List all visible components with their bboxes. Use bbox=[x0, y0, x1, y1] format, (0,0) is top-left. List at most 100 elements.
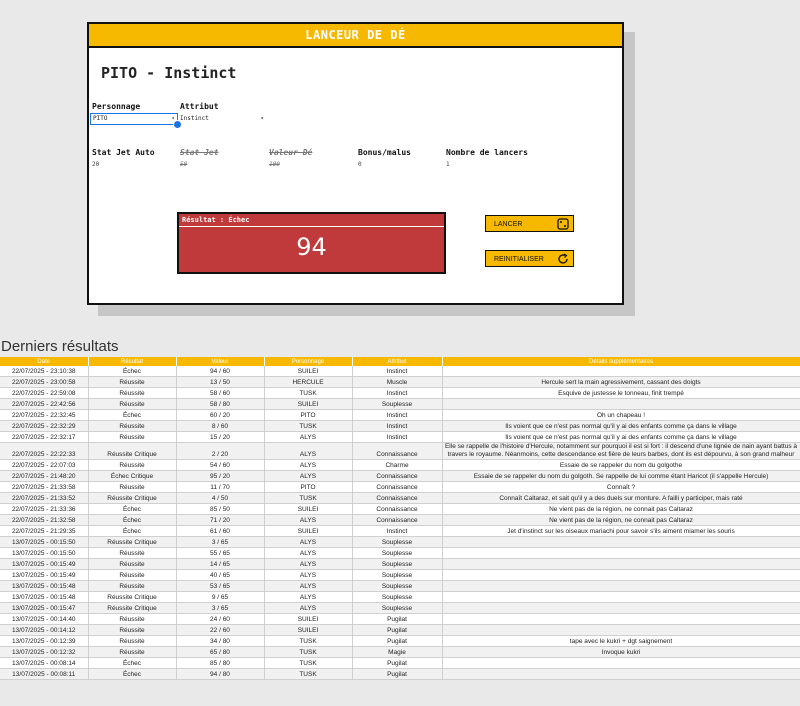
result-cell: Réussite bbox=[88, 547, 177, 559]
table-row[interactable]: 22/07/2025 - 22:07:03 Réussite 54 / 60 ALYS… bbox=[0, 459, 800, 471]
table-row[interactable]: 22/07/2025 - 21:29:35 Échec 61 / 60 SUILEI I… bbox=[0, 525, 800, 537]
value-cell: 34 / 80 bbox=[176, 635, 265, 647]
table-row[interactable]: 22/07/2025 - 22:32:17 Réussite 15 / 20 ALYS… bbox=[0, 431, 800, 443]
bonus-malus-value[interactable]: 0 bbox=[358, 161, 362, 168]
result-cell: Échec bbox=[88, 366, 177, 377]
table-row[interactable]: 22/07/2025 - 21:33:58 Réussite 11 / 70 PITO… bbox=[0, 481, 800, 493]
table-row[interactable]: 13/07/2025 - 00:15:50 Réussite Critique 3 … bbox=[0, 536, 800, 548]
table-row[interactable]: 13/07/2025 - 00:14:40 Réussite 24 / 60 SUIL… bbox=[0, 613, 800, 625]
details-cell: Ils voient que ce n'est pas normal qu'il… bbox=[442, 431, 800, 443]
table-row[interactable]: 22/07/2025 - 21:33:52 Réussite Critique 4 … bbox=[0, 492, 800, 504]
table-row[interactable]: 13/07/2025 - 00:15:50 Réussite 55 / 65 ALYS… bbox=[0, 547, 800, 559]
refresh-icon bbox=[558, 253, 568, 264]
column-header-details: Détails supplémentaires bbox=[442, 357, 800, 366]
date-cell: 22/07/2025 - 21:29:35 bbox=[0, 525, 89, 537]
attribute-cell: Connaissance bbox=[352, 481, 443, 493]
character-cell: TUSK bbox=[264, 657, 353, 669]
attribute-cell: Connaissance bbox=[352, 503, 443, 515]
column-header-date: Date bbox=[0, 357, 89, 366]
value-cell: 85 / 80 bbox=[176, 657, 265, 669]
details-cell: Hercule sert la main agressivement, cass… bbox=[442, 376, 800, 388]
details-cell bbox=[442, 547, 800, 559]
table-row[interactable]: 13/07/2025 - 00:08:11 Échec 94 / 80 TUSK Pug… bbox=[0, 668, 800, 680]
character-cell: ALYS bbox=[264, 558, 353, 570]
nombre-lancers-value[interactable]: 1 bbox=[446, 161, 450, 168]
date-cell: 22/07/2025 - 22:32:29 bbox=[0, 420, 89, 432]
table-row[interactable]: 22/07/2025 - 22:42:56 Réussite 58 / 80 SUIL… bbox=[0, 398, 800, 410]
reinitialiser-button[interactable]: REINITIALISER bbox=[485, 250, 574, 267]
result-cell: Réussite bbox=[88, 481, 177, 493]
panel-header: LANCEUR DE DÉ bbox=[89, 24, 622, 48]
table-row[interactable]: 13/07/2025 - 00:08:14 Échec 85 / 80 TUSK Pug… bbox=[0, 657, 800, 669]
table-row[interactable]: 13/07/2025 - 00:15:48 Réussite 53 / 65 ALYS… bbox=[0, 580, 800, 592]
date-cell: 22/07/2025 - 23:00:58 bbox=[0, 376, 89, 388]
details-cell: tape avec le kukri + dgt saignement bbox=[442, 635, 800, 647]
date-cell: 13/07/2025 - 00:15:49 bbox=[0, 558, 89, 570]
character-cell: ALYS bbox=[264, 580, 353, 592]
date-cell: 13/07/2025 - 00:12:32 bbox=[0, 646, 89, 658]
bonus-malus-label: Bonus/malus bbox=[358, 148, 411, 157]
details-cell bbox=[442, 613, 800, 625]
table-row[interactable]: 22/07/2025 - 21:48:20 Échec Critique 95 / … bbox=[0, 470, 800, 482]
character-cell: PITO bbox=[264, 409, 353, 421]
value-cell: 94 / 80 bbox=[176, 668, 265, 680]
column-header-result: Résultat bbox=[88, 357, 177, 366]
result-cell: Réussite bbox=[88, 646, 177, 658]
personnage-select[interactable]: PITO ▾ bbox=[90, 113, 178, 125]
value-cell: 3 / 65 bbox=[176, 602, 265, 614]
attribut-select[interactable]: Instinct ▾ bbox=[180, 114, 266, 124]
details-cell: Connaît ? bbox=[442, 481, 800, 493]
table-row[interactable]: 13/07/2025 - 00:15:49 Réussite 40 / 65 ALYS… bbox=[0, 569, 800, 581]
table-row[interactable]: 13/07/2025 - 00:14:12 Réussite 22 / 60 SUIL… bbox=[0, 624, 800, 636]
lancer-button[interactable]: LANCER bbox=[485, 215, 574, 232]
attribute-cell: Instinct bbox=[352, 431, 443, 443]
stat-jet-label: Stat Jet bbox=[180, 148, 219, 157]
table-row[interactable]: 13/07/2025 - 00:15:48 Réussite Critique 9 … bbox=[0, 591, 800, 603]
table-row[interactable]: 22/07/2025 - 23:00:58 Réussite 13 / 50 HERC… bbox=[0, 376, 800, 388]
valeur-de-label: Valeur Dé bbox=[269, 148, 313, 157]
details-cell: Elle se rappelle de l'histoire d'Hercule… bbox=[442, 442, 800, 460]
value-cell: 85 / 50 bbox=[176, 503, 265, 515]
table-row[interactable]: 22/07/2025 - 21:32:58 Échec 71 / 20 ALYS Con… bbox=[0, 514, 800, 526]
valeur-de-value: 100 bbox=[269, 161, 280, 168]
attribute-cell: Instinct bbox=[352, 387, 443, 399]
table-row[interactable]: 22/07/2025 - 22:22:33 Réussite Critique 2 … bbox=[0, 442, 800, 460]
column-header-value: Valeur bbox=[176, 357, 265, 366]
table-row[interactable]: 13/07/2025 - 00:12:39 Réussite 34 / 80 TUSK… bbox=[0, 635, 800, 647]
table-row[interactable]: 22/07/2025 - 22:59:08 Réussite 58 / 60 TUSK… bbox=[0, 387, 800, 399]
details-cell bbox=[442, 668, 800, 680]
column-header-attribute: Attribut bbox=[352, 357, 443, 366]
result-cell: Échec bbox=[88, 525, 177, 537]
result-cell: Réussite bbox=[88, 624, 177, 636]
character-cell: ALYS bbox=[264, 431, 353, 443]
table-header-row: Date Résultat Valeur Personnage Attribut Déta… bbox=[0, 357, 800, 366]
attribute-cell: Instinct bbox=[352, 366, 443, 377]
value-cell: 40 / 65 bbox=[176, 569, 265, 581]
date-cell: 22/07/2025 - 21:33:58 bbox=[0, 481, 89, 493]
details-cell bbox=[442, 536, 800, 548]
result-cell: Réussite bbox=[88, 613, 177, 625]
column-header-character: Personnage bbox=[264, 357, 353, 366]
table-row[interactable]: 22/07/2025 - 23:10:38 Échec 94 / 60 SUILEI I… bbox=[0, 366, 800, 377]
table-row[interactable]: 22/07/2025 - 22:32:45 Échec 60 / 20 PITO Ins… bbox=[0, 409, 800, 421]
date-cell: 22/07/2025 - 22:32:17 bbox=[0, 431, 89, 443]
table-row[interactable]: 13/07/2025 - 00:15:47 Réussite Critique 3 … bbox=[0, 602, 800, 614]
character-cell: ALYS bbox=[264, 547, 353, 559]
value-cell: 60 / 20 bbox=[176, 409, 265, 421]
stat-jet-auto-value: 20 bbox=[92, 161, 100, 168]
table-row[interactable]: 22/07/2025 - 22:32:29 Réussite 8 / 60 TUSK I… bbox=[0, 420, 800, 432]
dice-icon bbox=[557, 218, 569, 230]
result-cell: Réussite Critique bbox=[88, 591, 177, 603]
date-cell: 22/07/2025 - 21:33:36 bbox=[0, 503, 89, 515]
result-cell: Échec bbox=[88, 514, 177, 526]
result-cell: Réussite bbox=[88, 376, 177, 388]
table-row[interactable]: 22/07/2025 - 21:33:36 Échec 85 / 50 SUILEI C… bbox=[0, 503, 800, 515]
attribute-cell: Connaissance bbox=[352, 442, 443, 460]
result-cell: Réussite bbox=[88, 569, 177, 581]
table-row[interactable]: 13/07/2025 - 00:12:32 Réussite 65 / 80 TUSK… bbox=[0, 646, 800, 658]
character-cell: ALYS bbox=[264, 536, 353, 548]
value-cell: 4 / 50 bbox=[176, 492, 265, 504]
details-cell: Ne vient pas de la région, ne connait pa… bbox=[442, 514, 800, 526]
table-row[interactable]: 13/07/2025 - 00:15:49 Réussite 14 / 65 ALYS… bbox=[0, 558, 800, 570]
date-cell: 22/07/2025 - 22:22:33 bbox=[0, 442, 89, 460]
